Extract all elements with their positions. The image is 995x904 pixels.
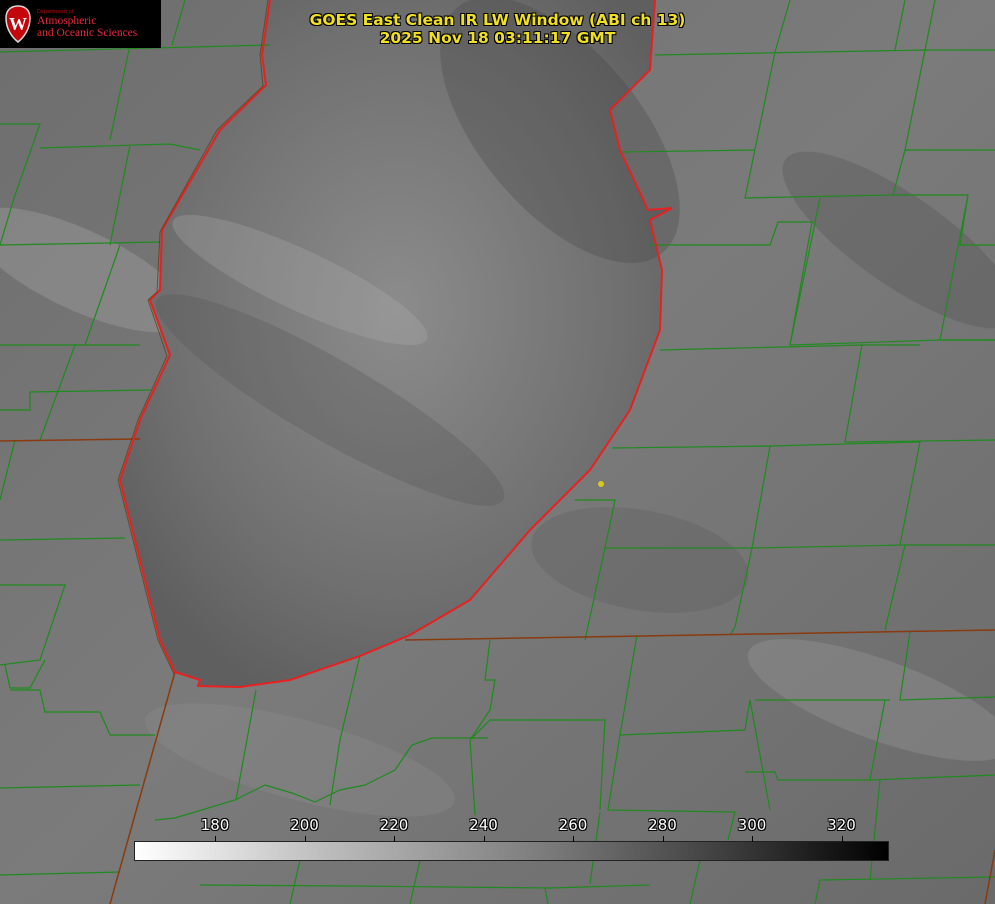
title-line-1: GOES East Clean IR LW Window (ABI ch 13)	[309, 11, 686, 29]
colorbar-tick-label: 220	[379, 816, 409, 834]
colorbar-tick-mark	[573, 836, 574, 842]
colorbar-tick-mark	[215, 836, 216, 842]
title-line-2: 2025 Nov 18 03:11:17 GMT	[379, 29, 616, 47]
colorbar-tick-mark	[662, 836, 664, 842]
satellite-map: W Department of Atmospheric and Oceanic …	[0, 0, 995, 904]
colorbar-tick-label: 260	[558, 816, 588, 834]
colorbar-tick-label: 320	[827, 816, 856, 834]
colorbar-tick-label: 300	[737, 816, 767, 834]
colorbar-tick-label: 180	[200, 816, 230, 834]
image-title: GOES East Clean IR LW Window (ABI ch 13)…	[0, 11, 995, 47]
ir-imagery	[0, 0, 995, 904]
colorbar	[134, 841, 889, 861]
colorbar-tick-label: 280	[648, 816, 677, 834]
colorbar-tick-label: 200	[290, 816, 319, 834]
colorbar-tick-mark	[483, 836, 485, 842]
colorbar-tick-mark	[394, 836, 395, 842]
colorbar-tick-mark	[304, 836, 306, 842]
location-marker	[598, 481, 604, 487]
colorbar-tick-mark	[841, 836, 843, 842]
colorbar-tick-mark	[752, 836, 753, 842]
colorbar-tick-label: 240	[469, 816, 498, 834]
